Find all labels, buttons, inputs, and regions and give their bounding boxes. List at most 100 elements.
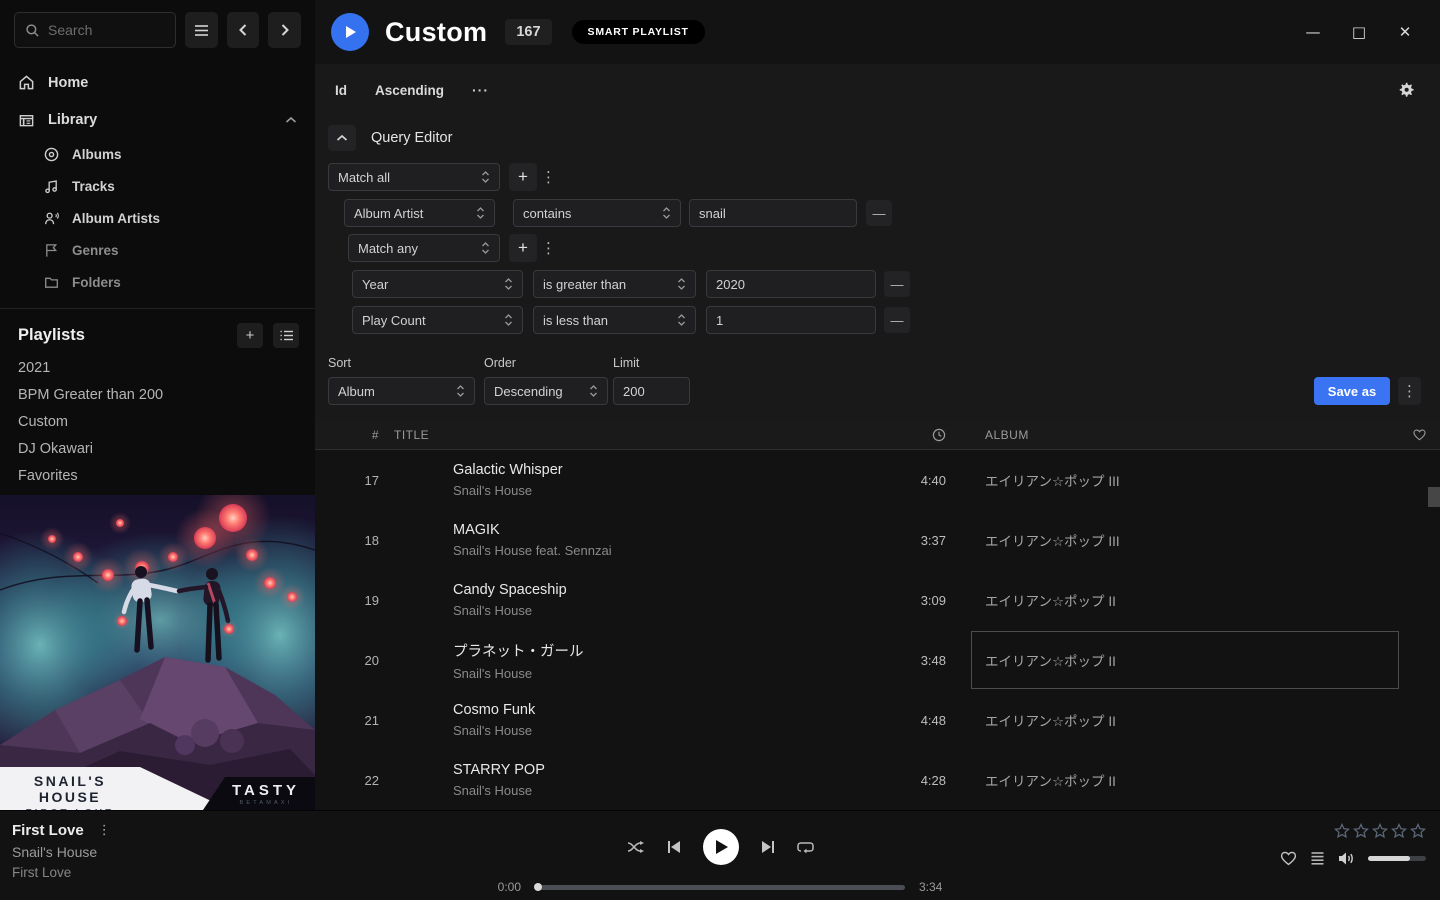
star-icon[interactable] xyxy=(1353,823,1369,839)
play-playlist-button[interactable] xyxy=(331,13,369,51)
sidebar-item-genres[interactable]: Genres xyxy=(0,234,315,266)
track-row[interactable]: 19 Candy SpaceshipSnail's House 3:09 エイリ… xyxy=(315,570,1440,630)
track-row[interactable]: 21 Cosmo FunkSnail's House 4:48 エイリアン☆ポッ… xyxy=(315,690,1440,750)
seek-thumb[interactable] xyxy=(534,883,542,891)
add-rule-button[interactable]: + xyxy=(509,163,537,191)
playlist-header: Custom 167 SMART PLAYLIST — □ ✕ xyxy=(315,0,1440,64)
collapse-query-editor-button[interactable] xyxy=(328,125,356,151)
column-duration[interactable] xyxy=(871,428,956,442)
sort-order-button[interactable]: Ascending xyxy=(375,83,444,98)
playlist-item[interactable]: 2021 xyxy=(0,354,315,381)
playlist-item[interactable]: BPM Greater than 200 xyxy=(0,381,315,408)
nav-back-button[interactable] xyxy=(227,12,260,48)
search-box[interactable] xyxy=(14,12,176,48)
remove-rule-button[interactable]: — xyxy=(884,271,910,297)
now-playing-cover[interactable]: SNAIL'S HOUSE FIRST LOVE TASTY BETAMAXI xyxy=(0,495,315,810)
sidebar-item-album-artists[interactable]: Album Artists xyxy=(0,202,315,234)
queue-button[interactable] xyxy=(1310,851,1325,866)
rule-operator-select[interactable]: contains xyxy=(513,199,681,227)
rule-operator-select[interactable]: is greater than xyxy=(533,270,696,298)
select-chevrons-icon xyxy=(677,277,686,291)
query-order-select[interactable]: Descending xyxy=(484,377,608,405)
remove-rule-button[interactable]: — xyxy=(866,200,892,226)
track-album[interactable]: エイリアン☆ポップ II xyxy=(956,690,1399,750)
rule-value-input[interactable] xyxy=(689,199,857,227)
match-type-select[interactable]: Match all xyxy=(328,163,500,191)
chevron-up-icon[interactable] xyxy=(285,116,297,124)
more-options-button[interactable]: ··· xyxy=(472,82,489,98)
rule-field-select[interactable]: Album Artist xyxy=(344,199,495,227)
playlist-item[interactable]: Favorites xyxy=(0,462,315,489)
star-icon[interactable] xyxy=(1334,823,1350,839)
track-row[interactable]: 17 Galactic WhisperSnail's House 4:40 エイ… xyxy=(315,450,1440,510)
sidebar-item-library[interactable]: Library xyxy=(0,101,315,138)
nav-forward-button[interactable] xyxy=(268,12,301,48)
heart-icon xyxy=(1413,429,1426,441)
play-icon xyxy=(712,839,729,855)
playlist-item[interactable]: Custom xyxy=(0,408,315,435)
query-sort-select[interactable]: Album xyxy=(328,377,475,405)
group-options-button[interactable]: ⋮ xyxy=(537,168,560,186)
select-chevrons-icon xyxy=(504,313,513,327)
limit-input[interactable] xyxy=(613,377,690,405)
favorite-button[interactable] xyxy=(1280,851,1297,866)
rule-value-input[interactable] xyxy=(706,270,876,298)
track-row[interactable]: 22 STARRY POPSnail's House 4:28 エイリアン☆ポッ… xyxy=(315,750,1440,810)
maximize-button[interactable]: □ xyxy=(1348,21,1370,43)
track-album-focused-cell[interactable]: エイリアン☆ポップ II xyxy=(971,631,1399,689)
rule-operator-select[interactable]: is less than xyxy=(533,306,696,334)
now-playing-album[interactable]: First Love xyxy=(12,865,115,880)
track-album[interactable]: エイリアン☆ポップ II xyxy=(956,750,1399,810)
next-button[interactable] xyxy=(761,840,775,854)
column-index[interactable]: # xyxy=(339,428,379,442)
column-album[interactable]: ALBUM xyxy=(956,428,1399,442)
seek-bar[interactable] xyxy=(535,885,905,890)
speaker-icon xyxy=(1338,851,1355,866)
remove-rule-button[interactable]: — xyxy=(884,307,910,333)
star-icon[interactable] xyxy=(1410,823,1426,839)
save-as-button[interactable]: Save as xyxy=(1314,377,1390,405)
close-button[interactable]: ✕ xyxy=(1394,21,1416,43)
track-duration: 4:28 xyxy=(871,773,956,788)
match-type-select[interactable]: Match any xyxy=(348,234,500,262)
track-row[interactable]: 20 プラネット・ガールSnail's House 3:48 エイリアン☆ポップ… xyxy=(315,630,1440,690)
sidebar-item-tracks[interactable]: Tracks xyxy=(0,170,315,202)
gear-icon xyxy=(1398,82,1414,98)
scrollbar-thumb[interactable] xyxy=(1428,487,1440,507)
sort-field-button[interactable]: Id xyxy=(335,83,347,98)
skip-next-icon xyxy=(761,840,775,854)
volume-slider[interactable] xyxy=(1368,856,1426,861)
column-title[interactable]: TITLE xyxy=(379,428,871,442)
play-pause-button[interactable] xyxy=(703,829,739,865)
previous-button[interactable] xyxy=(667,840,681,854)
playback-controls xyxy=(0,829,1440,865)
track-album[interactable]: エイリアン☆ポップ III xyxy=(956,450,1399,510)
star-icon[interactable] xyxy=(1372,823,1388,839)
minimize-button[interactable]: — xyxy=(1302,21,1324,43)
star-icon[interactable] xyxy=(1391,823,1407,839)
sidebar-item-home[interactable]: Home xyxy=(0,64,315,101)
rule-field-select[interactable]: Play Count xyxy=(352,306,523,334)
volume-button[interactable] xyxy=(1338,851,1355,866)
sidebar-item-albums[interactable]: Albums xyxy=(0,138,315,170)
playlist-list-button[interactable] xyxy=(273,323,299,348)
elapsed-time: 0:00 xyxy=(487,880,521,894)
save-options-button[interactable]: ⋮ xyxy=(1398,382,1421,400)
track-row[interactable]: 18 MAGIKSnail's House feat. Sennzai 3:37… xyxy=(315,510,1440,570)
menu-button[interactable] xyxy=(185,12,218,48)
add-playlist-button[interactable]: + xyxy=(237,323,263,348)
sidebar-item-folders[interactable]: Folders xyxy=(0,266,315,298)
settings-button[interactable] xyxy=(1398,82,1414,98)
repeat-button[interactable] xyxy=(797,840,814,854)
rule-field-select[interactable]: Year xyxy=(352,270,523,298)
playlist-item[interactable]: DJ Okawari xyxy=(0,435,315,462)
artist-icon xyxy=(44,211,59,226)
rule-value-input[interactable] xyxy=(706,306,876,334)
shuffle-button[interactable] xyxy=(627,840,645,854)
add-rule-button[interactable]: + xyxy=(509,234,537,262)
column-favorite[interactable] xyxy=(1399,429,1440,441)
group-options-button[interactable]: ⋮ xyxy=(537,239,560,257)
search-input[interactable] xyxy=(48,22,165,38)
track-album[interactable]: エイリアン☆ポップ II xyxy=(956,570,1399,630)
track-album[interactable]: エイリアン☆ポップ III xyxy=(956,510,1399,570)
